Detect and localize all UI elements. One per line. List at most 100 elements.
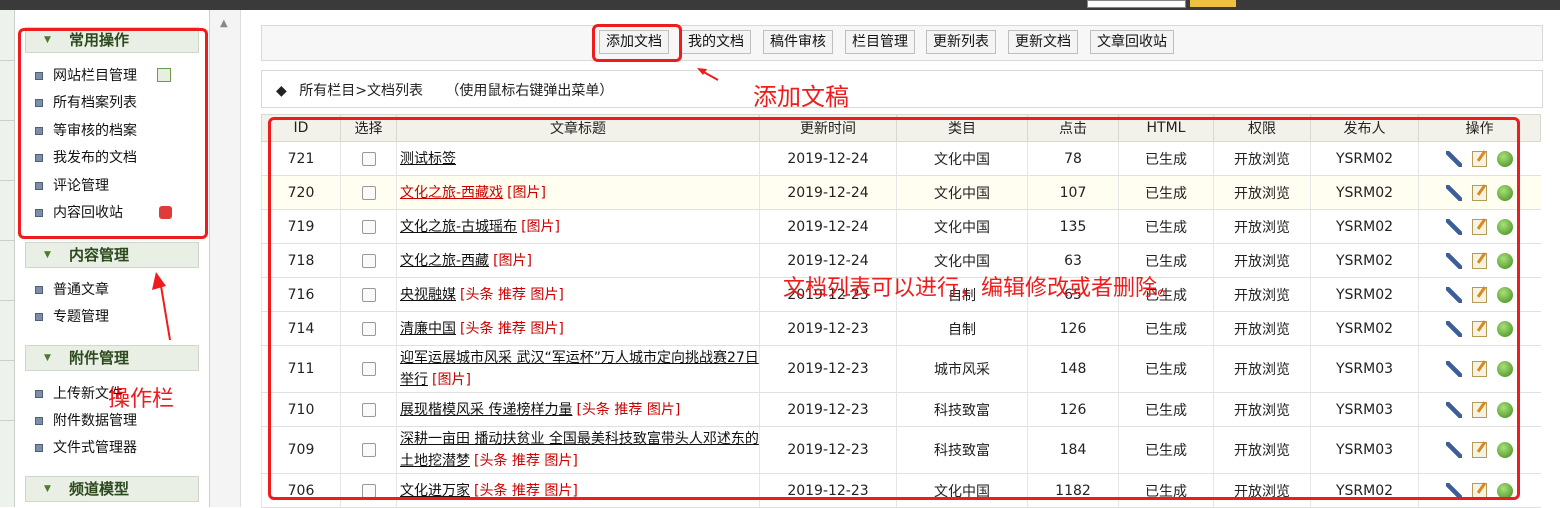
- column-management-button[interactable]: 栏目管理: [845, 30, 915, 54]
- properties-wrench-icon[interactable]: [1446, 361, 1463, 377]
- view-icon[interactable]: [1497, 361, 1514, 377]
- properties-wrench-icon[interactable]: [1446, 252, 1463, 269]
- view-icon[interactable]: [1497, 286, 1514, 303]
- edit-icon[interactable]: [1472, 252, 1488, 269]
- sidebar-item-attachment-data[interactable]: 附件数据管理: [35, 411, 137, 431]
- article-title-link[interactable]: 展现楷模风采 传递榜样力量: [400, 402, 572, 418]
- row-checkbox[interactable]: [361, 287, 376, 302]
- left-tab[interactable]: [0, 100, 14, 121]
- view-icon[interactable]: [1497, 218, 1514, 235]
- article-title-link[interactable]: 清廉中国: [400, 321, 456, 337]
- row-checkbox[interactable]: [361, 151, 376, 166]
- sidebar-item-all-archives[interactable]: 所有档案列表: [35, 93, 137, 113]
- article-title-link[interactable]: 央视融媒: [400, 287, 456, 303]
- article-title-link[interactable]: 文化之旅-西藏戏: [400, 185, 503, 201]
- article-title-link[interactable]: 文化进万家: [400, 483, 470, 499]
- update-documents-button[interactable]: 更新文档: [1008, 30, 1078, 54]
- row-checkbox[interactable]: [361, 253, 376, 268]
- sidebar-item-my-published[interactable]: 我发布的文档: [35, 148, 137, 168]
- table-row[interactable]: 714 清廉中国 [头条 推荐 图片] 2019-12-23 自制 126 已生成 开放浏览 Y…: [261, 311, 1541, 346]
- col-updated[interactable]: 更新时间: [759, 114, 897, 142]
- col-publisher[interactable]: 发布人: [1310, 114, 1419, 142]
- row-checkbox[interactable]: [361, 185, 376, 200]
- sidebar-item-normal-article[interactable]: 普通文章: [35, 280, 109, 300]
- col-title[interactable]: 文章标题: [396, 114, 760, 142]
- table-row[interactable]: 711 迎军运展城市风采 武汉“军运杯”万人城市定向挑战赛27日举行 [图片] 201…: [261, 345, 1541, 393]
- col-clicks[interactable]: 点击: [1027, 114, 1119, 142]
- row-checkbox[interactable]: [361, 321, 376, 336]
- sidebar-group-attachments[interactable]: ▼ 附件管理: [25, 345, 199, 371]
- edit-icon[interactable]: [1472, 150, 1488, 167]
- left-tab[interactable]: [0, 160, 14, 181]
- view-icon[interactable]: [1497, 320, 1514, 337]
- edit-icon[interactable]: [1472, 218, 1488, 235]
- properties-wrench-icon[interactable]: [1446, 286, 1463, 303]
- table-row[interactable]: 709 深耕一亩田 播动扶贫业 全国最美科技致富带头人邓述东的土地挖潜梦 [头条 推…: [261, 426, 1541, 474]
- edit-icon[interactable]: [1472, 320, 1488, 337]
- sidebar-group-channel-model[interactable]: ▼ 频道模型: [25, 476, 199, 502]
- scroll-up-icon[interactable]: ▲: [220, 18, 228, 29]
- manuscript-review-button[interactable]: 稿件审核: [763, 30, 833, 54]
- edit-icon[interactable]: [1472, 286, 1488, 303]
- add-column-icon[interactable]: [157, 68, 171, 82]
- left-tab[interactable]: [0, 280, 14, 301]
- view-icon[interactable]: [1497, 150, 1514, 167]
- my-documents-button[interactable]: 我的文档: [681, 30, 751, 54]
- article-title-link[interactable]: 文化之旅-西藏: [400, 253, 489, 269]
- view-icon[interactable]: [1497, 482, 1514, 499]
- edit-icon[interactable]: [1472, 184, 1488, 201]
- sidebar-item-topics[interactable]: 专题管理: [35, 307, 109, 327]
- properties-wrench-icon[interactable]: [1446, 320, 1463, 337]
- update-list-button[interactable]: 更新列表: [926, 30, 996, 54]
- view-icon[interactable]: [1497, 442, 1514, 458]
- article-title-link[interactable]: 文化之旅-古城瑶布: [400, 219, 517, 235]
- row-checkbox[interactable]: [361, 402, 376, 417]
- edit-icon[interactable]: [1472, 361, 1488, 377]
- left-tab[interactable]: [0, 340, 14, 361]
- row-checkbox[interactable]: [361, 362, 376, 376]
- article-title-link[interactable]: 测试标签: [400, 151, 456, 167]
- edit-icon[interactable]: [1472, 442, 1488, 458]
- left-tab[interactable]: [0, 220, 14, 241]
- cell-category: 文化中国: [896, 141, 1028, 176]
- cell-select: [340, 426, 397, 474]
- table-row[interactable]: 721 测试标签 2019-12-24 文化中国 78 已生成 开放浏览 YSRM02: [261, 141, 1541, 176]
- cell-actions: [1418, 277, 1541, 312]
- table-row[interactable]: 719 文化之旅-古城瑶布 [图片] 2019-12-24 文化中国 135 已生成 开放浏览…: [261, 209, 1541, 244]
- sidebar-item-file-manager[interactable]: 文件式管理器: [35, 438, 137, 458]
- sidebar-item-site-columns[interactable]: 网站栏目管理: [35, 66, 137, 86]
- properties-wrench-icon[interactable]: [1446, 442, 1463, 458]
- properties-wrench-icon[interactable]: [1446, 482, 1463, 499]
- view-icon[interactable]: [1497, 184, 1514, 201]
- top-search-button[interactable]: [1190, 0, 1236, 7]
- view-icon[interactable]: [1497, 401, 1514, 418]
- empty-bin-icon[interactable]: [159, 206, 172, 219]
- row-checkbox[interactable]: [361, 483, 376, 498]
- edit-icon[interactable]: [1472, 401, 1488, 418]
- row-checkbox[interactable]: [361, 219, 376, 234]
- properties-wrench-icon[interactable]: [1446, 184, 1463, 201]
- properties-wrench-icon[interactable]: [1446, 218, 1463, 235]
- sidebar-item-pending-review[interactable]: 等审核的档案: [35, 121, 137, 141]
- recycle-bin-button[interactable]: 文章回收站: [1090, 30, 1174, 54]
- table-row[interactable]: 706 文化进万家 [头条 推荐 图片] 2019-12-23 文化中国 1182 已生成开…: [261, 473, 1541, 508]
- cell-clicks: 135: [1027, 209, 1119, 244]
- sidebar-group-content[interactable]: ▼ 内容管理: [25, 242, 199, 268]
- table-row[interactable]: 710 展现楷模风采 传递榜样力量 [头条 推荐 图片] 2019-12-23 科技致富…: [261, 392, 1541, 427]
- col-id[interactable]: ID: [261, 114, 341, 142]
- edit-icon[interactable]: [1472, 482, 1488, 499]
- add-document-button[interactable]: 添加文档: [599, 30, 669, 54]
- top-search-input[interactable]: [1087, 0, 1186, 8]
- article-title-link[interactable]: 深耕一亩田 播动扶贫业 全国最美科技致富带头人邓述东的土地挖潜梦: [400, 431, 759, 469]
- sidebar-group-common[interactable]: ▼ 常用操作: [25, 27, 199, 53]
- col-category[interactable]: 类目: [896, 114, 1028, 142]
- properties-wrench-icon[interactable]: [1446, 401, 1463, 418]
- properties-wrench-icon[interactable]: [1446, 150, 1463, 167]
- view-icon[interactable]: [1497, 252, 1514, 269]
- table-row[interactable]: 720 文化之旅-西藏戏 [图片] 2019-12-24 文化中国 107 已生成 开放浏览 Y…: [261, 175, 1541, 210]
- left-tab[interactable]: [0, 40, 14, 61]
- left-tab[interactable]: [0, 400, 14, 421]
- row-checkbox[interactable]: [361, 443, 376, 457]
- sidebar-item-recycle-bin[interactable]: 内容回收站: [35, 203, 123, 223]
- sidebar-item-comments[interactable]: 评论管理: [35, 176, 109, 196]
